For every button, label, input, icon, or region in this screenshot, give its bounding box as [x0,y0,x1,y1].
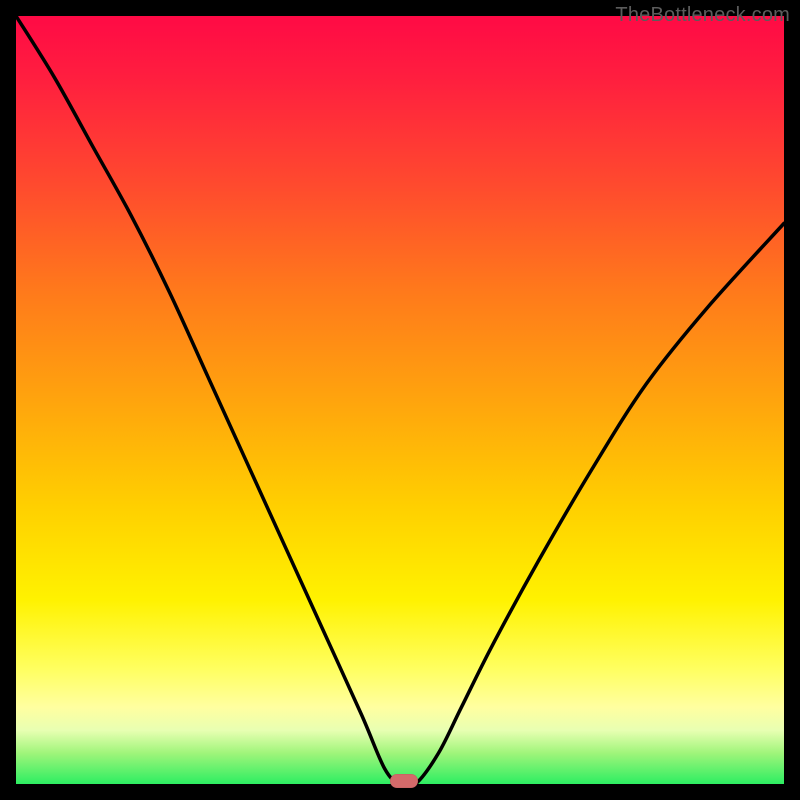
chart-stage: TheBottleneck.com [0,0,800,800]
watermark-text: TheBottleneck.com [615,4,790,27]
min-marker [390,774,418,788]
plot-area [16,16,784,784]
